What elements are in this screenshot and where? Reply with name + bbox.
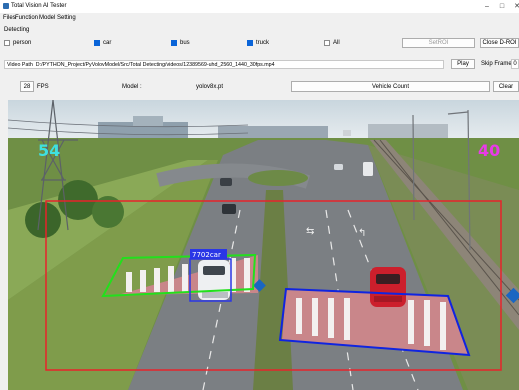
minimize-button[interactable]: – — [482, 2, 492, 11]
play-button[interactable]: Play — [451, 59, 475, 69]
checkbox-truck[interactable]: truck — [247, 39, 269, 47]
video-frame[interactable]: ⇆ ↰ 7702car 54 40 — [8, 100, 519, 390]
window-title: Total Vision AI Tester — [11, 3, 67, 9]
tree — [25, 202, 61, 238]
checkbox-bus-label: bus — [180, 40, 190, 46]
video-path-value: D:/PYTHON_Project/PyVolovModel/Src/Total… — [35, 62, 275, 68]
vehicle-count-button[interactable]: Vehicle Count — [291, 81, 490, 92]
menu-model[interactable]: Model — [39, 15, 55, 21]
skip-frame-label: Skip Frame — [481, 61, 512, 67]
checkbox-all-label: All — [333, 40, 340, 46]
title-bar — [0, 0, 519, 13]
video-scene: ⇆ ↰ 7702car 54 40 — [8, 100, 519, 390]
model-label: Model : — [122, 84, 142, 90]
model-name: yolov8x.pt — [196, 84, 224, 90]
checkbox-all-box[interactable] — [324, 40, 330, 46]
checkbox-car-box[interactable] — [94, 40, 100, 46]
menu-files[interactable]: Files — [3, 15, 16, 21]
roundabout-island — [248, 170, 308, 186]
detection-label: 7702car — [192, 251, 221, 259]
detecting-group-label: Detecting — [4, 27, 30, 33]
close-button[interactable]: ✕ — [512, 2, 519, 11]
lane-arrow-icon: ↰ — [358, 228, 366, 239]
set-roi-button[interactable]: SetROI — [402, 38, 475, 48]
car — [343, 130, 351, 136]
video-path-field[interactable]: Video Path D:/PYTHON_Project/PyVolovMode… — [4, 60, 444, 69]
maximize-button[interactable]: □ — [497, 2, 507, 11]
checkbox-car-label: car — [103, 40, 112, 46]
fps-value-box: 28 — [20, 81, 34, 92]
car — [334, 164, 343, 170]
checkbox-car[interactable]: car — [94, 39, 111, 47]
lane-arrow-icon: ⇆ — [306, 226, 314, 237]
car — [222, 204, 236, 214]
checkbox-bus-box[interactable] — [171, 40, 177, 46]
menu-bar — [0, 13, 519, 23]
close-droi-button[interactable]: Close D-ROI — [480, 38, 519, 48]
checkbox-person-label: person — [13, 40, 32, 46]
video-path-label: Video Path — [7, 62, 33, 68]
buildings-center — [218, 126, 328, 140]
truck — [363, 162, 373, 176]
building — [133, 116, 163, 126]
menu-function[interactable]: Function — [15, 15, 38, 21]
checkbox-truck-label: truck — [256, 40, 270, 46]
buildings-right — [368, 124, 448, 138]
count-right: 40 — [478, 141, 500, 160]
checkbox-bus[interactable]: bus — [171, 39, 190, 47]
app-icon — [3, 3, 9, 9]
white-car — [198, 260, 230, 300]
skip-frame-input[interactable]: 0 — [511, 59, 519, 69]
count-left: 54 — [38, 141, 60, 160]
checkbox-person[interactable]: person — [4, 39, 31, 47]
car — [220, 178, 232, 186]
checkbox-truck-box[interactable] — [247, 40, 253, 46]
red-car — [370, 267, 406, 307]
checkbox-person-box[interactable] — [4, 40, 10, 46]
checkbox-all[interactable]: All — [324, 39, 340, 47]
menu-setting[interactable]: Setting — [57, 15, 76, 21]
clear-button[interactable]: Clear — [493, 81, 519, 92]
fps-label: FPS — [37, 84, 49, 90]
